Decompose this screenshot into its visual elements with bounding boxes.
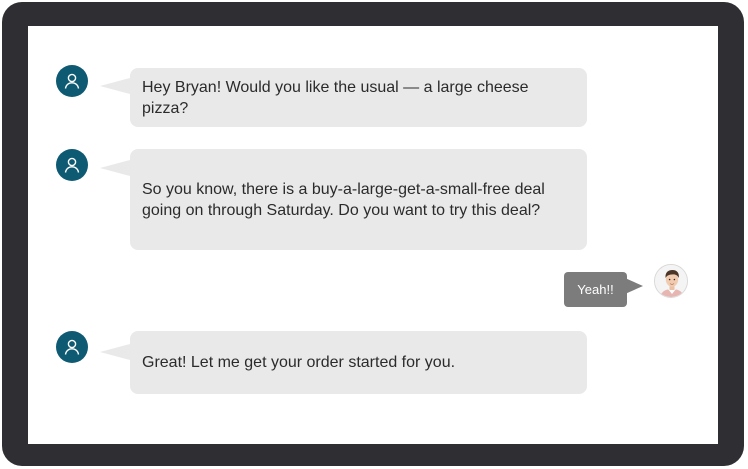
bot-message-bubble: Great! Let me get your order started for…: [130, 331, 587, 394]
bot-avatar-icon: [56, 149, 88, 181]
person-icon: [64, 73, 80, 89]
bot-message-text: So you know, there is a buy-a-large-get-…: [142, 180, 545, 219]
user-bubble-tail: [625, 278, 643, 294]
bot-bubble-tail: [100, 78, 130, 94]
bot-message-bubble: So you know, there is a buy-a-large-get-…: [130, 149, 587, 250]
person-icon: [64, 339, 80, 355]
user-message-bubble: Yeah!!: [564, 272, 627, 307]
bot-avatar-icon: [56, 331, 88, 363]
bot-message-text: Hey Bryan! Would you like the usual — a …: [142, 78, 529, 117]
bot-bubble-tail: [100, 344, 130, 360]
user-message-text: Yeah!!: [577, 281, 614, 297]
person-icon: [64, 157, 80, 173]
user-avatar: [654, 264, 688, 298]
device-frame: Hey Bryan! Would you like the usual — a …: [2, 2, 744, 466]
user-photo-icon: [655, 265, 687, 297]
bot-avatar-icon: [56, 65, 88, 97]
bot-message-bubble: Hey Bryan! Would you like the usual — a …: [130, 68, 587, 127]
bot-bubble-tail: [100, 160, 130, 176]
chat-screen: Hey Bryan! Would you like the usual — a …: [28, 26, 718, 444]
bot-message-text: Great! Let me get your order started for…: [142, 354, 456, 371]
